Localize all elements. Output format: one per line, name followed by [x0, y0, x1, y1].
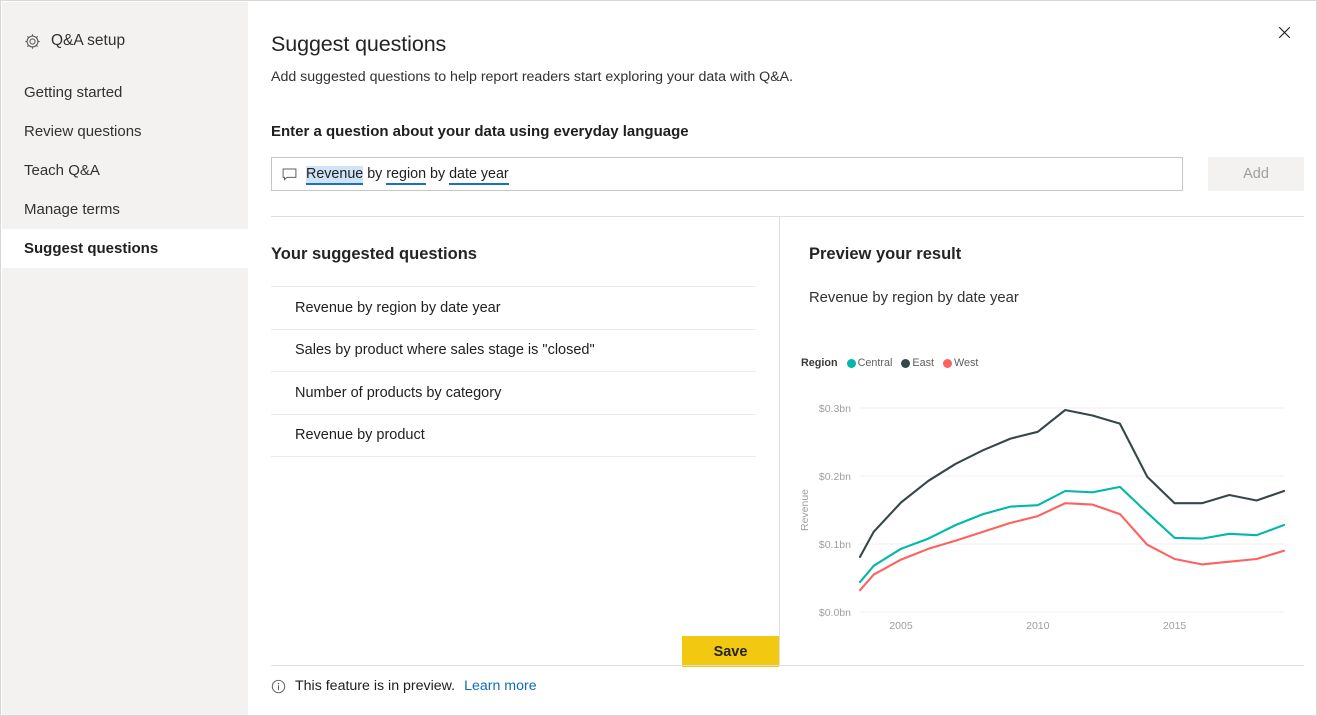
legend-swatch-icon — [901, 359, 910, 368]
gear-icon — [24, 33, 41, 50]
line-chart-svg: $0.0bn$0.1bn$0.2bn$0.3bn200520102015Year… — [792, 369, 1292, 634]
list-item[interactable]: Number of products by category — [271, 372, 756, 415]
legend-item-east[interactable]: East — [901, 357, 934, 369]
sidebar-item-label: Review questions — [24, 123, 142, 140]
list-item[interactable]: Revenue by product — [271, 415, 756, 458]
legend-swatch-icon — [943, 359, 952, 368]
add-button[interactable]: Add — [1208, 157, 1304, 191]
svg-text:Revenue: Revenue — [799, 489, 811, 531]
chart-legend: Region Central East West — [792, 357, 1292, 369]
svg-text:2015: 2015 — [1163, 620, 1187, 632]
question-field-label: Enter a question about your data using e… — [271, 123, 689, 140]
list-item[interactable]: Sales by product where sales stage is "c… — [271, 330, 756, 373]
preview-query-text: Revenue by region by date year — [809, 290, 1304, 306]
legend-label: East — [912, 357, 934, 369]
svg-text:2005: 2005 — [889, 620, 913, 632]
legend-label: Central — [858, 357, 893, 369]
list-item-label: Sales by product where sales stage is "c… — [295, 342, 595, 358]
learn-more-link[interactable]: Learn more — [464, 678, 537, 694]
question-token-measure: Revenue — [306, 166, 363, 185]
preview-notice-text: This feature is in preview. — [295, 678, 455, 694]
info-icon — [271, 679, 286, 694]
question-token-plain-1: by — [363, 166, 386, 182]
list-item[interactable]: Revenue by region by date year — [271, 287, 756, 330]
speech-bubble-icon — [282, 168, 297, 181]
list-item-label: Number of products by category — [295, 385, 501, 401]
sidebar-item-label: Teach Q&A — [24, 162, 100, 179]
question-token-region: region — [386, 166, 426, 185]
list-item-label: Revenue by product — [295, 427, 425, 443]
sidebar-item-getting-started[interactable]: Getting started — [2, 73, 248, 112]
preview-panel: Preview your result Revenue by region by… — [809, 245, 1304, 306]
list-item-label: Revenue by region by date year — [295, 300, 501, 316]
footer-divider — [271, 665, 1304, 666]
sidebar-item-label: Manage terms — [24, 201, 120, 218]
preview-chart: Region Central East West $0.0bn $0.1bn $0.… — [792, 357, 1292, 647]
legend-item-west[interactable]: West — [943, 357, 978, 369]
legend-title: Region — [801, 357, 838, 369]
sidebar-item-label: Suggest questions — [24, 240, 158, 257]
suggested-questions-list: Revenue by region by date year Sales by … — [271, 286, 756, 457]
sidebar-item-suggest-questions[interactable]: Suggest questions — [2, 229, 248, 268]
sidebar-nav: Getting started Review questions Teach Q… — [2, 73, 248, 268]
question-token-date-year: date year — [449, 166, 509, 185]
sidebar-title: Q&A setup — [2, 2, 248, 50]
save-button[interactable]: Save — [682, 636, 779, 667]
sidebar: Q&A setup Getting started Review questio… — [2, 2, 248, 716]
svg-text:$0.2bn: $0.2bn — [819, 471, 851, 483]
column-divider — [779, 217, 780, 665]
sidebar-item-manage-terms[interactable]: Manage terms — [2, 190, 248, 229]
svg-text:$0.1bn: $0.1bn — [819, 539, 851, 551]
preview-heading: Preview your result — [809, 245, 1304, 264]
main-pane: Suggest questions Add suggested question… — [248, 2, 1316, 716]
sidebar-item-review-questions[interactable]: Review questions — [2, 112, 248, 151]
sidebar-item-teach-qa[interactable]: Teach Q&A — [2, 151, 248, 190]
page-subtitle: Add suggested questions to help report r… — [271, 69, 793, 85]
close-icon[interactable] — [1268, 16, 1300, 48]
sidebar-title-label: Q&A setup — [51, 32, 125, 50]
svg-text:2010: 2010 — [1026, 620, 1050, 632]
svg-text:$0.3bn: $0.3bn — [819, 403, 851, 415]
question-token-plain-2: by — [426, 166, 449, 182]
suggested-questions-panel: Your suggested questions Revenue by regi… — [271, 245, 756, 457]
question-input-row: Revenue by region by date year Add — [271, 157, 1304, 191]
question-input[interactable]: Revenue by region by date year — [271, 157, 1183, 191]
header-divider — [271, 216, 1304, 217]
legend-label: West — [954, 357, 978, 369]
suggested-questions-heading: Your suggested questions — [271, 245, 756, 264]
question-input-value: Revenue by region by date year — [306, 166, 509, 182]
preview-notice: This feature is in preview. Learn more — [271, 678, 537, 694]
sidebar-item-label: Getting started — [24, 84, 122, 101]
legend-item-central[interactable]: Central — [847, 357, 893, 369]
qa-setup-dialog: Q&A setup Getting started Review questio… — [0, 0, 1317, 716]
svg-text:$0.0bn: $0.0bn — [819, 607, 851, 619]
legend-swatch-icon — [847, 359, 856, 368]
page-title: Suggest questions — [271, 32, 446, 57]
